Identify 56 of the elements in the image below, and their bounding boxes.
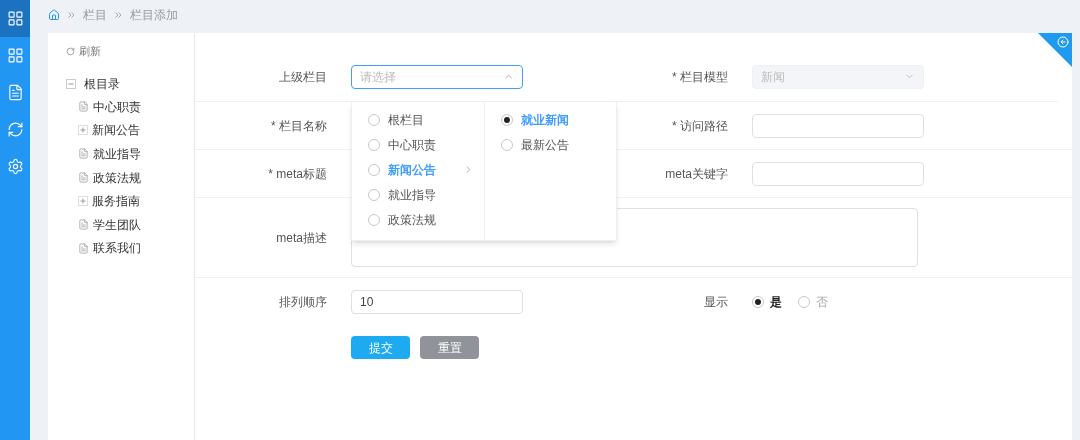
- tree-node[interactable]: 服务指南: [92, 192, 140, 211]
- cascader-option[interactable]: 就业指导: [352, 182, 484, 207]
- refresh-link[interactable]: 刷新: [79, 42, 101, 60]
- input-field[interactable]: [752, 113, 924, 138]
- tree-node[interactable]: 新闻公告: [92, 121, 140, 140]
- collapse-icon[interactable]: [66, 78, 76, 89]
- double-chevron-icon: [68, 11, 75, 18]
- field-label: 排列顺序: [279, 295, 327, 309]
- radio-button[interactable]: [368, 163, 380, 176]
- radio-button[interactable]: [368, 213, 380, 226]
- select-field: 新闻: [752, 64, 924, 89]
- radio-button[interactable]: [501, 113, 513, 126]
- cascader-option[interactable]: 根栏目: [352, 107, 484, 132]
- home-icon[interactable]: [48, 8, 60, 21]
- tree-node[interactable]: 中心职责: [93, 97, 141, 116]
- nav-icon: [6, 10, 24, 27]
- document-icon: [78, 101, 89, 113]
- tree-node[interactable]: 就业指导: [93, 145, 141, 163]
- radio-button[interactable]: [368, 138, 380, 151]
- radio-button[interactable]: [752, 296, 764, 308]
- field-label: * 访问路径: [672, 118, 728, 133]
- field-label: * 栏目名称: [271, 118, 327, 133]
- nav-icon: [6, 158, 24, 175]
- radio-button[interactable]: [798, 296, 810, 308]
- radio-button[interactable]: [368, 113, 380, 126]
- document-icon: [78, 242, 89, 254]
- field-label: 显示: [704, 295, 728, 309]
- input-field[interactable]: 10: [351, 290, 523, 314]
- nav-icon: [6, 121, 24, 138]
- nav-icon: [6, 84, 24, 101]
- input-field[interactable]: [752, 161, 924, 186]
- radio-button[interactable]: [368, 188, 380, 201]
- double-chevron-icon: [115, 11, 122, 18]
- field-label: * 栏目模型: [672, 69, 728, 84]
- cascader-option[interactable]: 最新公告: [485, 132, 616, 157]
- tree-node[interactable]: 联系我们: [93, 239, 141, 258]
- document-icon: [78, 148, 89, 160]
- cascader-option[interactable]: 政策法规: [352, 207, 484, 232]
- back-icon: [1057, 36, 1069, 48]
- tree-node[interactable]: 根目录: [84, 74, 120, 93]
- tree-node[interactable]: 政策法规: [93, 168, 141, 187]
- cascader-option[interactable]: 中心职责: [352, 132, 484, 157]
- field-label: meta描述: [276, 230, 327, 245]
- field-label: 上级栏目: [279, 69, 327, 84]
- field-label: meta关键字: [665, 166, 728, 181]
- refresh-icon[interactable]: [66, 46, 75, 56]
- document-icon: [78, 172, 89, 184]
- field-label: * meta标题: [268, 166, 327, 181]
- expand-icon[interactable]: [78, 125, 88, 136]
- tree-node[interactable]: 学生团队: [93, 215, 141, 234]
- nav-item[interactable]: [0, 0, 30, 37]
- radio-label[interactable]: 是: [770, 293, 782, 311]
- document-icon: [78, 219, 89, 231]
- nav-icon: [6, 47, 24, 64]
- expand-icon[interactable]: [78, 196, 88, 207]
- radio-button[interactable]: [501, 138, 513, 151]
